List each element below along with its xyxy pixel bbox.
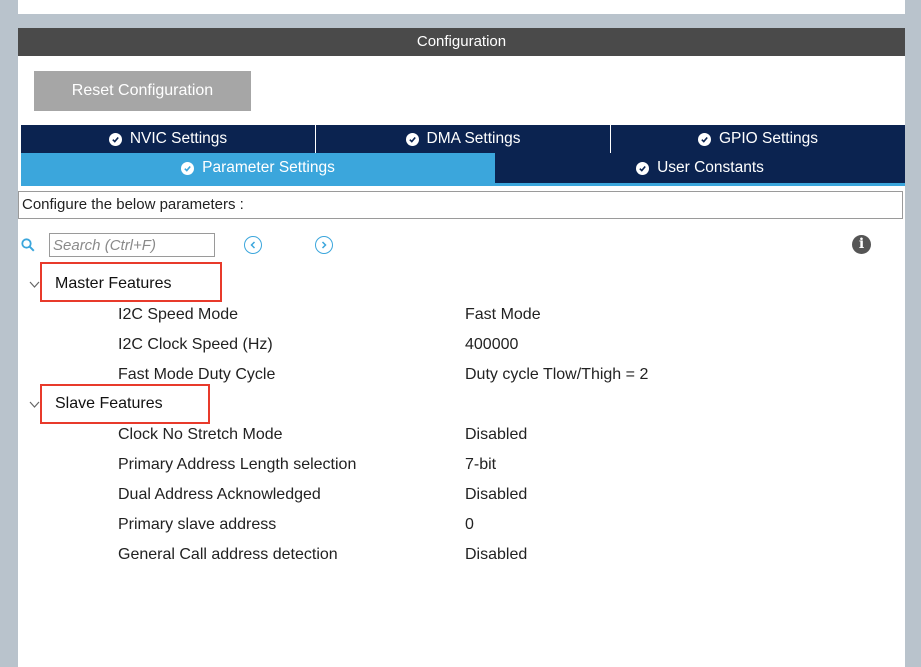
param-name: I2C Clock Speed (Hz)	[118, 336, 273, 353]
parameters-description: Configure the below parameters :	[18, 191, 903, 219]
param-row[interactable]: Dual Address Acknowledged Disabled	[18, 480, 905, 510]
window-title: Configuration	[18, 28, 905, 56]
check-circle-icon	[636, 161, 650, 175]
tab-nvic-settings[interactable]: NVIC Settings	[21, 125, 315, 153]
top-panel	[18, 0, 905, 14]
configuration-window: Configuration Reset Configuration NVIC S…	[18, 28, 905, 667]
check-circle-icon	[697, 132, 711, 146]
search-icon[interactable]	[21, 238, 35, 252]
reset-configuration-button[interactable]: Reset Configuration	[34, 71, 251, 111]
param-value: 7-bit	[465, 456, 497, 473]
param-name: I2C Speed Mode	[118, 306, 239, 323]
param-row[interactable]: I2C Clock Speed (Hz) 400000	[18, 330, 905, 360]
check-circle-icon	[181, 161, 195, 175]
highlight-box	[40, 262, 222, 302]
param-name: Primary Address Length selection	[118, 456, 357, 473]
group-slave-features: Slave Features	[18, 384, 905, 424]
param-name: Clock No Stretch Mode	[118, 426, 283, 443]
param-value: 400000	[465, 336, 519, 353]
param-row[interactable]: I2C Speed Mode Fast Mode	[18, 300, 905, 330]
tab-row-1: NVIC Settings DMA Settings GPIO Settings	[21, 125, 905, 153]
tab-underline	[21, 183, 905, 186]
chevron-right-icon	[321, 241, 327, 249]
tab-dma-settings[interactable]: DMA Settings	[315, 125, 610, 153]
param-value: 0	[465, 516, 474, 533]
previous-result-button[interactable]	[244, 236, 262, 254]
highlight-box	[40, 384, 210, 424]
param-row[interactable]: Clock No Stretch Mode Disabled	[18, 420, 905, 450]
param-value: Disabled	[465, 546, 528, 563]
info-icon[interactable]: i	[852, 235, 871, 254]
param-row[interactable]: Primary slave address 0	[18, 510, 905, 540]
param-value: Duty cycle Tlow/Thigh = 2	[465, 366, 649, 383]
tab-gpio-settings[interactable]: GPIO Settings	[610, 125, 905, 153]
param-row[interactable]: Primary Address Length selection 7-bit	[18, 450, 905, 480]
parameter-tree: Master Features I2C Speed Mode Fast Mode…	[18, 262, 905, 570]
param-value: Disabled	[465, 486, 528, 503]
tab-label: GPIO Settings	[718, 130, 819, 147]
tab-label: NVIC Settings	[129, 130, 228, 147]
param-name: Dual Address Acknowledged	[118, 486, 321, 503]
tab-row-2: Parameter Settings User Constants	[21, 153, 905, 183]
check-circle-icon	[405, 132, 419, 146]
tab-label: DMA Settings	[426, 130, 521, 147]
chevron-down-icon[interactable]	[29, 279, 40, 290]
check-circle-icon	[108, 132, 122, 146]
search-bar: i	[18, 232, 905, 260]
param-value: Fast Mode	[465, 306, 541, 323]
tab-label: User Constants	[657, 159, 764, 176]
param-value: Disabled	[465, 426, 528, 443]
chevron-left-icon	[250, 241, 256, 249]
param-name: Primary slave address	[118, 516, 277, 533]
group-master-features: Master Features	[18, 262, 905, 302]
param-name: General Call address detection	[118, 546, 338, 563]
chevron-down-icon[interactable]	[29, 399, 40, 410]
tab-user-constants[interactable]: User Constants	[495, 153, 905, 183]
search-input[interactable]	[49, 233, 215, 257]
tab-label: Parameter Settings	[202, 159, 335, 176]
next-result-button[interactable]	[315, 236, 333, 254]
tab-parameter-settings[interactable]: Parameter Settings	[21, 153, 495, 183]
param-row[interactable]: General Call address detection Disabled	[18, 540, 905, 570]
